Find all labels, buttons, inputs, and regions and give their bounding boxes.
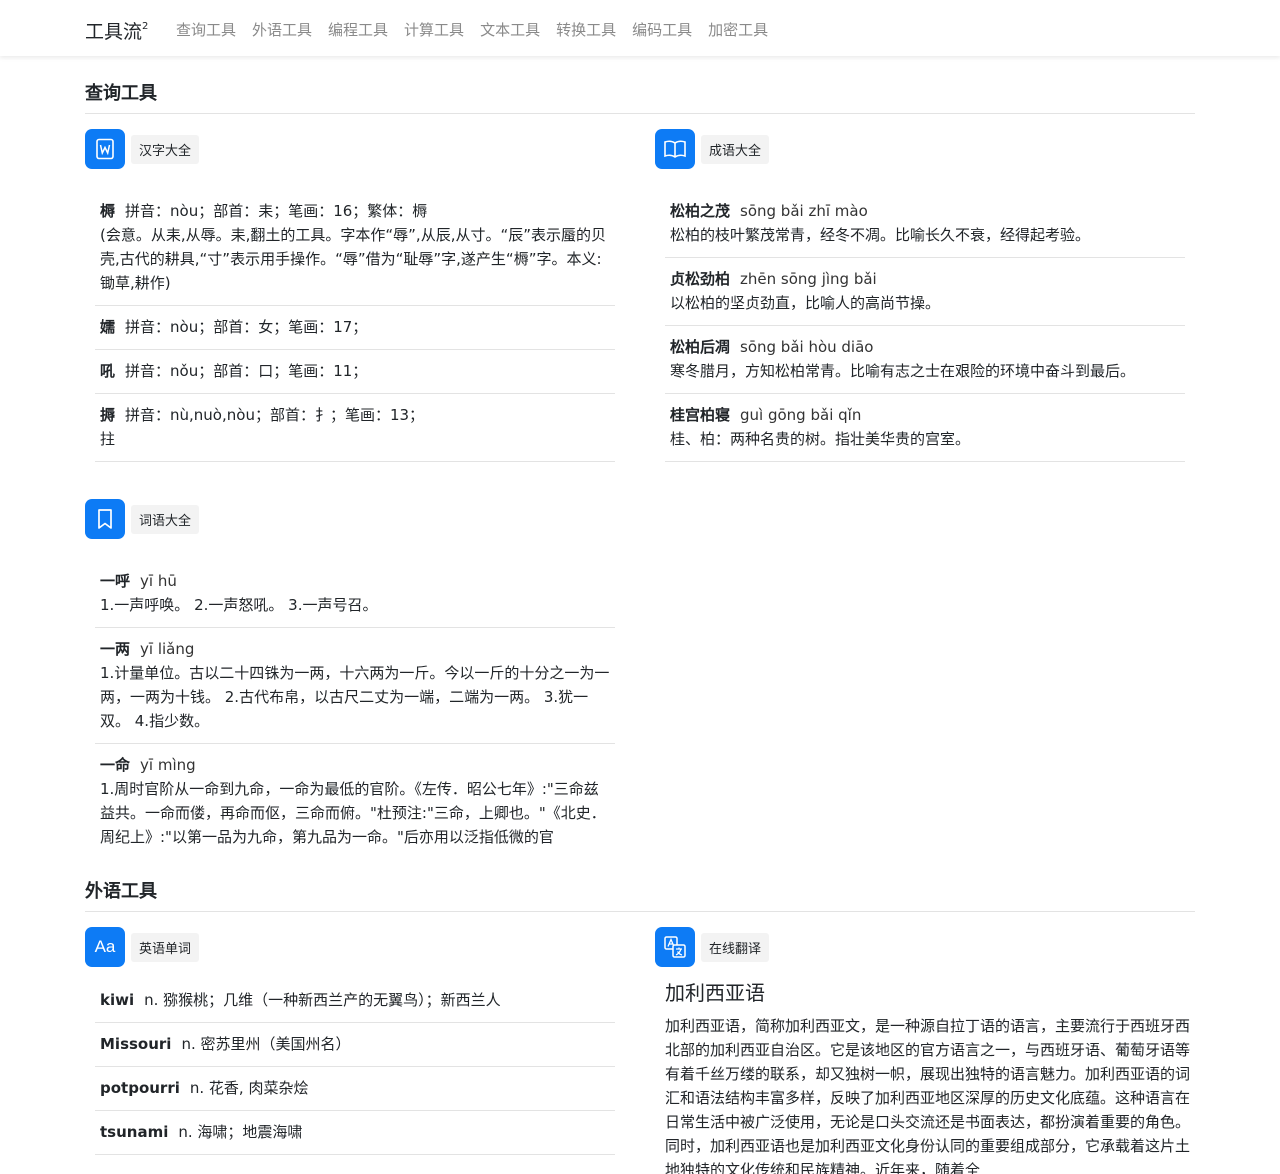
nav-item-query[interactable]: 查询工具	[176, 19, 236, 40]
english-word: tsunami	[100, 1123, 169, 1141]
list-item[interactable]: 桂宫柏寝 guì gōng bǎi qǐn 桂、柏：两种名贵的树。指壮美华贵的宫室…	[665, 394, 1185, 462]
brand-logo[interactable]: 工具流2	[85, 17, 148, 44]
brand-sup: 2	[142, 21, 149, 32]
chengyu-meaning: 以松柏的坚贞劲直，比喻人的高尚节操。	[670, 294, 941, 312]
tool-ciyu: 词语大全 一呼 yī hū 1.一声呼唤。 2.一声怒吼。 3.一声号召。 一两 y…	[85, 499, 625, 890]
ciyu-list: 一呼 yī hū 1.一声呼唤。 2.一声怒吼。 3.一声号召。 一两 yī liǎ…	[85, 560, 625, 890]
chengyu-word: 松柏之茂	[670, 202, 731, 220]
ciyu-word: 一呼	[100, 572, 131, 590]
hanzi-info: 拼音：nǒu；部首：口；笔画：11；	[125, 362, 368, 380]
font-aa-icon[interactable]: Aa	[85, 927, 125, 967]
english-word: Missouri	[100, 1035, 172, 1053]
tool-chengyu: 成语大全 松柏之茂 sōng bǎi zhī mào 松柏的枝叶繁茂常青，经冬不凋…	[655, 129, 1195, 462]
hanzi-info: 拼音：nù,nuò,nòu；部首：扌；笔画：13；	[125, 406, 425, 424]
chengyu-meaning: 松柏的枝叶繁茂常青，经冬不凋。比喻长久不衰，经得起考验。	[670, 226, 1091, 244]
ciyu-meaning: 1.计量单位。古以二十四铢为一两，十六两为一斤。今以一斤的十分之一为一两，一两为…	[100, 664, 610, 730]
hanzi-char: 搙	[100, 406, 116, 424]
english-meaning: n. 花香, 肉菜杂烩	[189, 1079, 309, 1097]
hanzi-info: 拼音：nòu；部首：耒；笔画：16；繁体：槈	[125, 202, 428, 220]
english-meaning: n. 猕猴桃；几维（一种新西兰产的无翼鸟）；新西兰人	[144, 991, 501, 1009]
nav-item-programming[interactable]: 编程工具	[328, 19, 388, 40]
nav-item-calculate[interactable]: 计算工具	[404, 19, 464, 40]
hanzi-char: 槈	[100, 202, 116, 220]
chengyu-pinyin: guì gōng bǎi qǐn	[740, 406, 862, 424]
ciyu-meaning: 1.一声呼唤。 2.一声怒吼。 3.一声号召。	[100, 596, 378, 614]
chengyu-meaning: 桂、柏：两种名贵的树。指壮美华贵的宫室。	[670, 430, 971, 448]
tool-hanzi: 汉字大全 槈拼音：nòu；部首：耒；笔画：16；繁体：槈 (会意。从耒,从辱。耒…	[85, 129, 625, 462]
ciyu-word: 一命	[100, 756, 131, 774]
english-meaning: n. 海啸；地震海啸	[178, 1123, 303, 1141]
tool-tag-translate[interactable]: 在线翻译	[701, 932, 770, 962]
hanzi-info: 拼音：nòu；部首：女；笔画：17；	[125, 318, 368, 336]
english-meaning: n. 密苏里州（美国州名）	[181, 1035, 351, 1053]
book-icon[interactable]	[655, 129, 695, 169]
chengyu-pinyin: zhēn sōng jìng bǎi	[740, 270, 877, 288]
ciyu-pinyin: yī mìng	[140, 756, 196, 774]
ciyu-pinyin: yī hū	[140, 572, 177, 590]
navbar: 工具流2 查询工具 外语工具 编程工具 计算工具 文本工具 转换工具 编码工具 …	[0, 0, 1280, 56]
hanzi-list: 槈拼音：nòu；部首：耒；笔画：16；繁体：槈 (会意。从耒,从辱。耒,翻土的工…	[85, 190, 625, 462]
section-title-query: 查询工具	[85, 83, 157, 104]
english-list: kiwi n. 猕猴桃；几维（一种新西兰产的无翼鸟）；新西兰人 Missouri n…	[85, 988, 625, 1155]
nav-menu: 查询工具 外语工具 编程工具 计算工具 文本工具 转换工具 编码工具 加密工具	[176, 19, 768, 40]
list-item[interactable]: Missouri n. 密苏里州（美国州名）	[95, 1023, 615, 1067]
section-divider	[85, 113, 1195, 114]
chengyu-pinyin: sōng bǎi hòu diāo	[740, 338, 874, 356]
chengyu-pinyin: sōng bǎi zhī mào	[740, 202, 868, 220]
chengyu-word: 桂宫柏寝	[670, 406, 731, 424]
list-item[interactable]: 松柏之茂 sōng bǎi zhī mào 松柏的枝叶繁茂常青，经冬不凋。比喻长久…	[665, 190, 1185, 258]
chengyu-meaning: 寒冬腊月，方知松柏常青。比喻有志之士在艰险的环境中奋斗到最后。	[670, 362, 1136, 380]
list-item[interactable]: 搙拼音：nù,nuò,nòu；部首：扌；笔画：13； 拄	[95, 394, 615, 462]
english-word: kiwi	[100, 991, 135, 1009]
chengyu-list: 松柏之茂 sōng bǎi zhī mào 松柏的枝叶繁茂常青，经冬不凋。比喻长久…	[655, 190, 1195, 462]
tool-tag-ciyu[interactable]: 词语大全	[131, 504, 200, 534]
document-w-icon[interactable]	[85, 129, 125, 169]
english-word: potpourri	[100, 1079, 180, 1097]
tool-tag-chengyu[interactable]: 成语大全	[701, 134, 770, 164]
list-item[interactable]: 一命 yī mìng 1.周时官阶从一命到九命，一命为最低的官阶。《左传．昭公七年…	[95, 744, 615, 844]
hanzi-char: 嬬	[100, 318, 116, 336]
section-divider	[85, 911, 1195, 912]
translate-icon[interactable]	[655, 927, 695, 967]
hanzi-char: 吼	[100, 362, 116, 380]
bookmark-icon[interactable]	[85, 499, 125, 539]
list-item[interactable]: kiwi n. 猕猴桃；几维（一种新西兰产的无翼鸟）；新西兰人	[95, 988, 615, 1023]
tool-translate: 在线翻译 加利西亚语 加利西亚语，简称加利西亚文，是一种源自拉丁语的语言，主要流…	[655, 927, 1195, 1174]
list-item[interactable]: 一两 yī liǎng 1.计量单位。古以二十四铢为一两，十六两为一斤。今以一斤的…	[95, 628, 615, 744]
tool-tag-english[interactable]: 英语单词	[131, 932, 200, 962]
chengyu-word: 贞松劲柏	[670, 270, 731, 288]
chengyu-word: 松柏后凋	[670, 338, 731, 356]
ciyu-pinyin: yī liǎng	[140, 640, 195, 658]
tool-tag-hanzi[interactable]: 汉字大全	[131, 134, 200, 164]
nav-item-encode[interactable]: 编码工具	[632, 19, 692, 40]
hanzi-extra: 拄	[100, 430, 116, 448]
tool-english: Aa 英语单词 kiwi n. 猕猴桃；几维（一种新西兰产的无翼鸟）；新西兰人 M…	[85, 927, 625, 1155]
nav-item-convert[interactable]: 转换工具	[556, 19, 616, 40]
translate-body: 加利西亚语，简称加利西亚文，是一种源自拉丁语的语言，主要流行于西班牙西北部的加利…	[665, 1017, 1191, 1174]
list-item[interactable]: 一呼 yī hū 1.一声呼唤。 2.一声怒吼。 3.一声号召。	[95, 560, 615, 628]
nav-item-foreign[interactable]: 外语工具	[252, 19, 312, 40]
list-item[interactable]: tsunami n. 海啸；地震海啸	[95, 1111, 615, 1155]
list-item[interactable]: 吼拼音：nǒu；部首：口；笔画：11；	[95, 350, 615, 394]
nav-item-text[interactable]: 文本工具	[480, 19, 540, 40]
list-item[interactable]: 嬬拼音：nòu；部首：女；笔画：17；	[95, 306, 615, 350]
brand-name: 工具流	[85, 21, 143, 43]
ciyu-word: 一两	[100, 640, 131, 658]
list-item[interactable]: 贞松劲柏 zhēn sōng jìng bǎi 以松柏的坚贞劲直，比喻人的高尚节操…	[665, 258, 1185, 326]
nav-item-encrypt[interactable]: 加密工具	[708, 19, 768, 40]
list-item[interactable]: 槈拼音：nòu；部首：耒；笔画：16；繁体：槈 (会意。从耒,从辱。耒,翻土的工…	[95, 190, 615, 306]
ciyu-meaning: 1.周时官阶从一命到九命，一命为最低的官阶。《左传．昭公七年》:"三命兹益共。一…	[100, 780, 606, 844]
section-title-foreign: 外语工具	[85, 881, 157, 902]
translate-title: 加利西亚语	[665, 981, 765, 1005]
list-item[interactable]: 松柏后凋 sōng bǎi hòu diāo 寒冬腊月，方知松柏常青。比喻有志之士…	[665, 326, 1185, 394]
hanzi-extra: (会意。从耒,从辱。耒,翻土的工具。字本作“辱”,从辰,从寸。“辰”表示蜃的贝壳…	[100, 226, 607, 292]
list-item[interactable]: potpourri n. 花香, 肉菜杂烩	[95, 1067, 615, 1111]
